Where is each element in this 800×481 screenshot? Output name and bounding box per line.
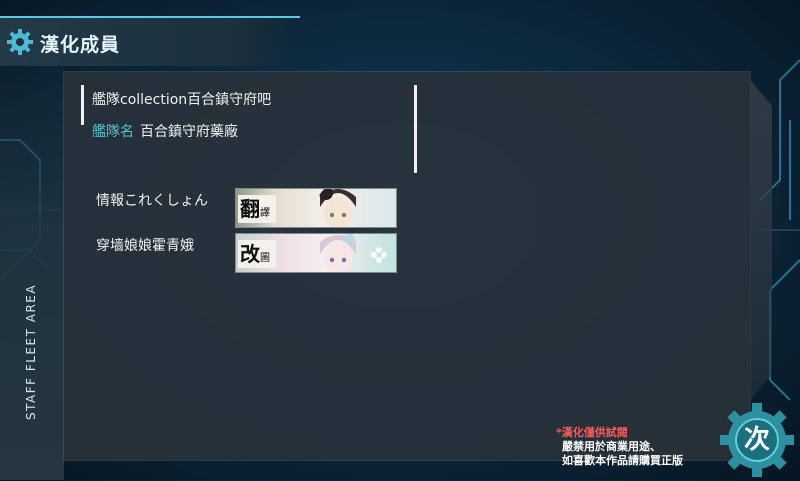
fleet-name-value: 百合鎮守府藥廠 bbox=[140, 124, 238, 140]
gear-icon bbox=[7, 29, 33, 55]
side-rail-label: STAFF FLEET AREA bbox=[24, 283, 38, 420]
staff-card: 翻譯 bbox=[235, 188, 397, 228]
page-title: 漢化成員 bbox=[40, 34, 121, 56]
group-name: 艦隊collection百合鎮守府吧 bbox=[92, 92, 272, 108]
role-stamp: 改圖 bbox=[238, 240, 276, 268]
role-stamp: 翻譯 bbox=[238, 195, 276, 223]
staff-card: 改圖 bbox=[235, 233, 397, 273]
staff-row: 穿墙娘娘霍青娥 改圖 bbox=[96, 233, 397, 273]
header-bar: 漢化成員 bbox=[0, 16, 300, 66]
staff-name: 穿墙娘娘霍青娥 bbox=[96, 238, 194, 254]
fleet-name-label: 艦隊名 bbox=[92, 124, 134, 140]
panel-right-frame bbox=[750, 80, 772, 400]
fleet-info: 艦隊collection百合鎮守府吧 艦隊名 百合鎮守府藥廠 bbox=[81, 85, 417, 173]
fleet-name-row: 艦隊名 百合鎮守府藥廠 bbox=[92, 121, 238, 141]
flower-icon bbox=[371, 247, 387, 263]
bracket-left bbox=[81, 85, 84, 125]
character-portrait bbox=[320, 234, 356, 272]
staff-row: 情報これくしょん 翻譯 bbox=[96, 188, 397, 228]
staff-name: 情報これくしょん bbox=[96, 193, 208, 209]
next-button-label: 次 bbox=[743, 425, 770, 455]
disclaimer-line-3: 如喜歡本作品請購買正版 bbox=[562, 454, 683, 467]
disclaimer-line-1: *漢化僅供試閱 bbox=[556, 426, 628, 439]
next-button[interactable]: 次 bbox=[720, 403, 794, 477]
disclaimer-text: *漢化僅供試閱 嚴禁用於商業用途、 如喜歡本作品請購買正版 bbox=[556, 426, 683, 468]
character-portrait bbox=[319, 189, 356, 227]
disclaimer-line-2: 嚴禁用於商業用途、 bbox=[562, 440, 661, 453]
bracket-right bbox=[414, 85, 417, 173]
